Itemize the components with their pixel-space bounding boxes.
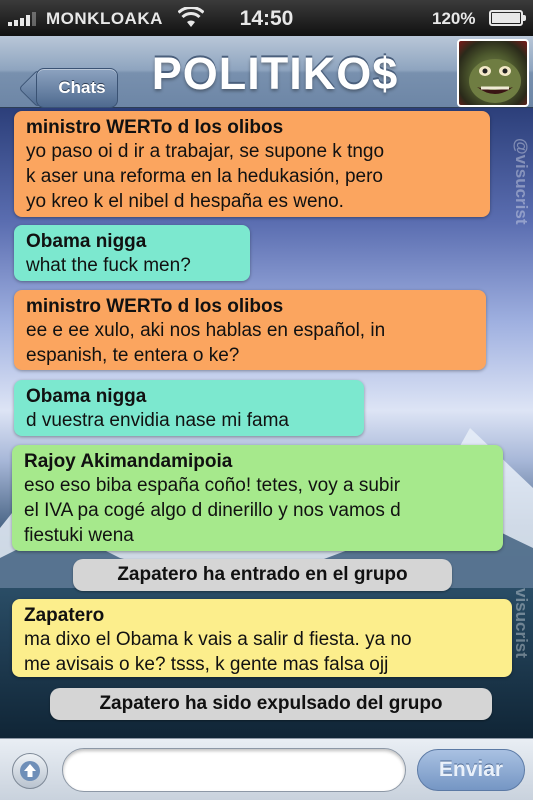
avatar-image (469, 59, 521, 103)
upload-arrow-icon (20, 761, 40, 781)
message-bubble[interactable]: Obama nigga what the fuck men? (14, 225, 250, 281)
message-text: ee e ee xulo, aki nos hablas en español,… (26, 320, 386, 366)
message-sender: ministro WERTo d los olibos (26, 296, 284, 317)
input-bar: Enviar (0, 738, 533, 800)
attach-button[interactable] (12, 753, 48, 789)
group-avatar[interactable] (457, 39, 529, 107)
status-bar: MONKLOAKA 14:50 120% (0, 0, 533, 36)
system-message: Zapatero ha sido expulsado del grupo (50, 688, 492, 720)
nav-bar: Chats POLITIKO$ (0, 36, 533, 108)
message-bubble[interactable]: ministro WERTo d los olibos yo paso oi d… (14, 111, 490, 217)
message-sender: Obama nigga (26, 231, 147, 252)
chat-area[interactable]: @visucrist visucrist ministro WERTo d lo… (0, 108, 533, 738)
message-text: ma dixo el Obama k vais a salir d fiesta… (24, 629, 412, 675)
chat-title: POLITIKO$ (151, 48, 399, 99)
message-text: what the fuck men? (26, 255, 191, 276)
watermark: @visucrist (512, 138, 531, 225)
message-sender: Obama nigga (26, 386, 147, 407)
message-bubble[interactable]: Rajoy Akimandamipoia eso eso biba españa… (12, 445, 503, 551)
message-sender: Rajoy Akimandamipoia (24, 451, 233, 472)
system-message: Zapatero ha entrado en el grupo (73, 559, 452, 591)
battery-icon (489, 10, 526, 26)
message-bubble[interactable]: Zapatero ma dixo el Obama k vais a salir… (12, 599, 512, 677)
message-text: yo paso oi d ir a trabajar, se supone k … (26, 141, 385, 212)
message-input[interactable] (62, 748, 406, 792)
chats-back-button[interactable]: Chats (36, 68, 118, 108)
message-sender: ministro WERTo d los olibos (26, 117, 284, 138)
message-text: d vuestra envidia nase mi fama (26, 410, 289, 431)
message-bubble[interactable]: ministro WERTo d los olibos ee e ee xulo… (14, 290, 486, 370)
watermark: visucrist (512, 588, 531, 658)
message-text: eso eso biba españa coño! tetes, voy a s… (24, 475, 401, 546)
battery-percent: 120% (432, 9, 476, 28)
message-bubble[interactable]: Obama nigga d vuestra envidia nase mi fa… (14, 380, 364, 436)
message-sender: Zapatero (24, 605, 105, 626)
send-button[interactable]: Enviar (417, 749, 525, 791)
